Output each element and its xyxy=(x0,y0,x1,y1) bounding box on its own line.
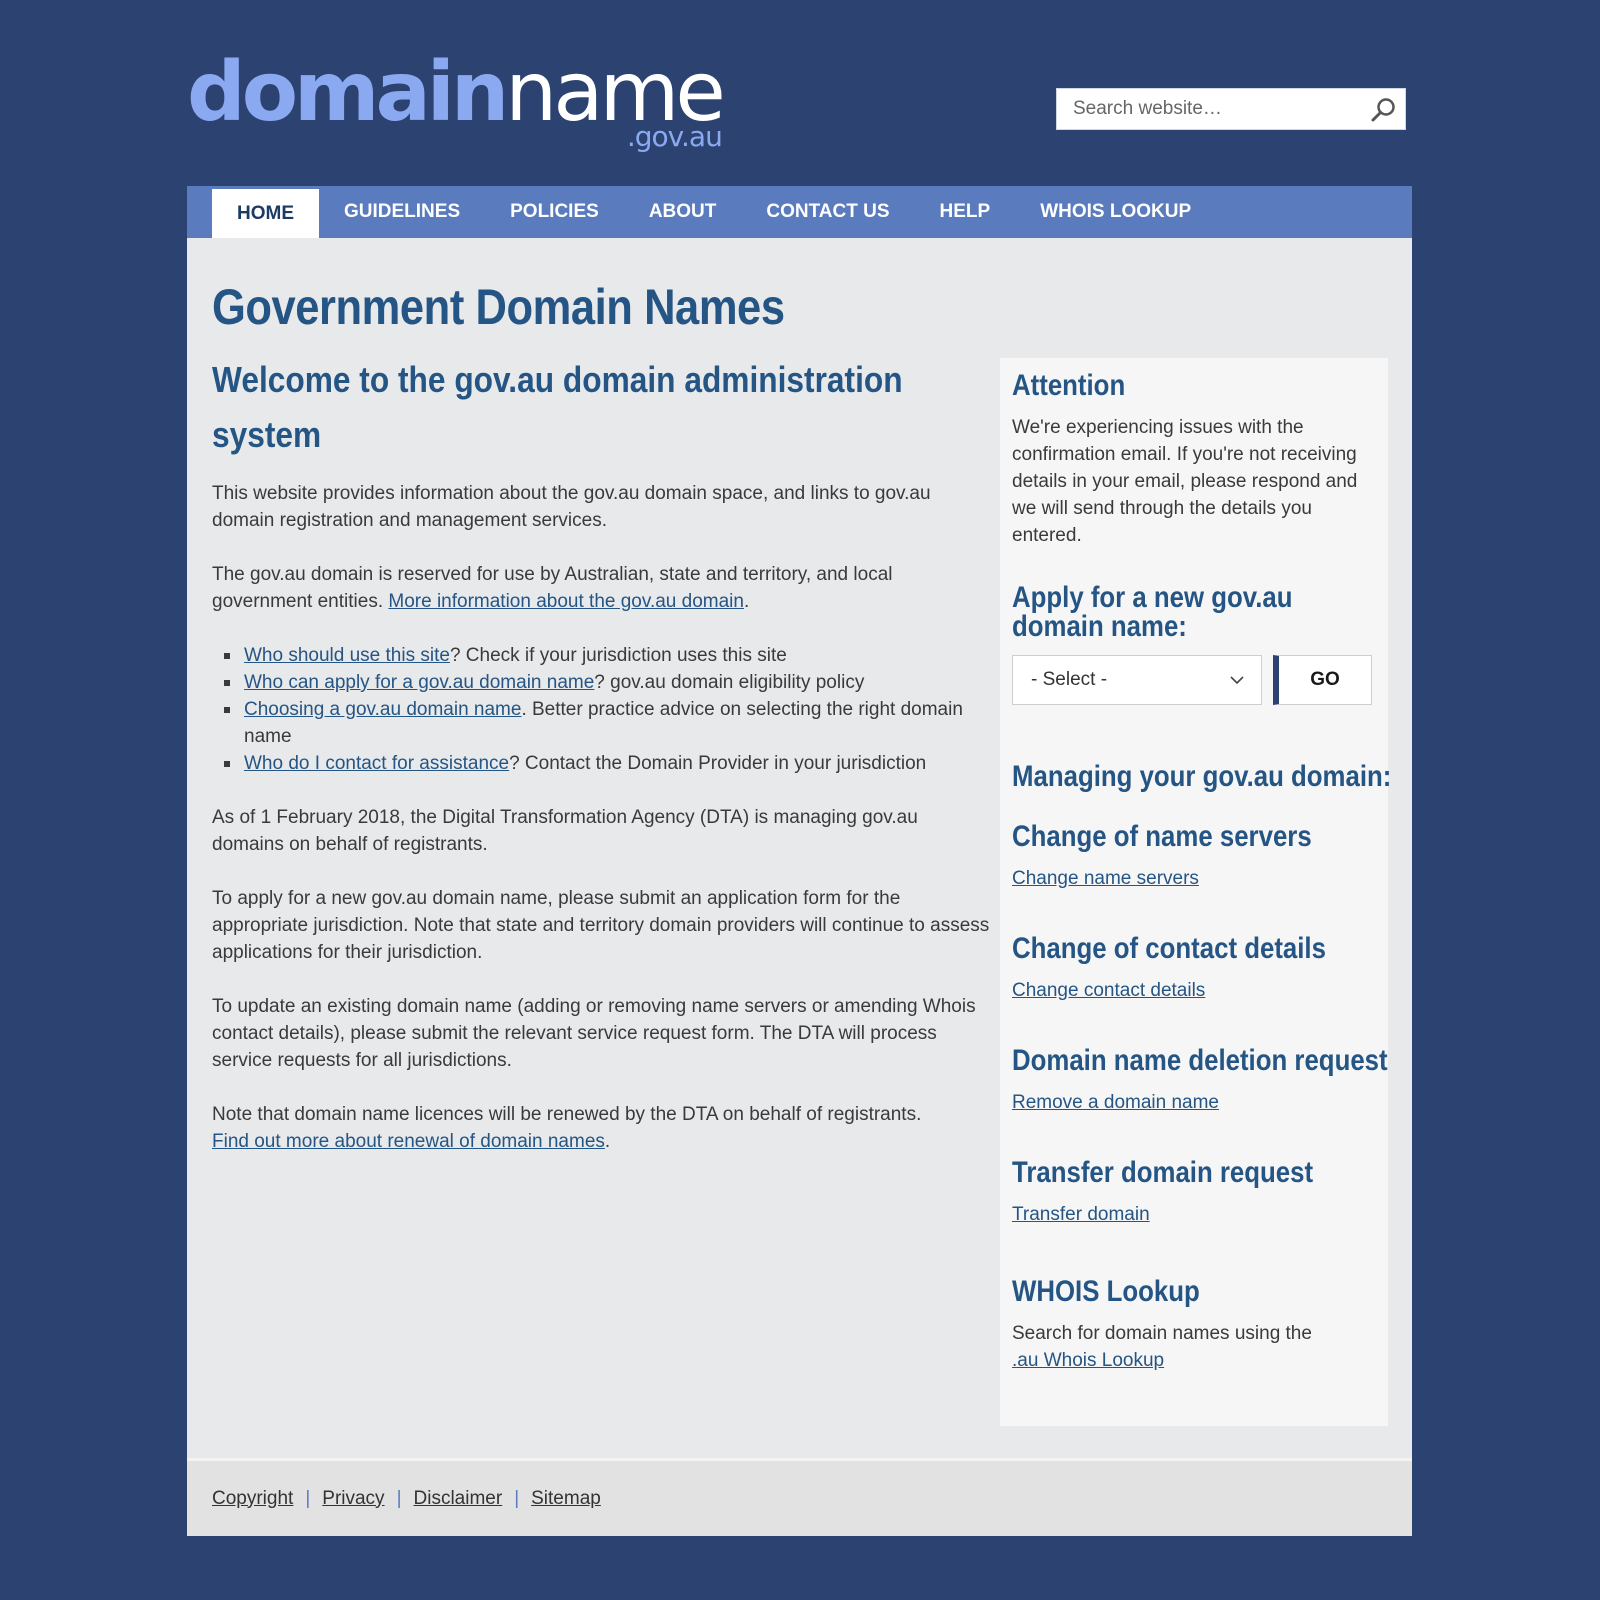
whois-lookup-link[interactable]: .au Whois Lookup xyxy=(1012,1350,1164,1371)
apply-heading: Apply for a new gov.au domain name: xyxy=(1012,581,1293,643)
search-box xyxy=(1056,88,1406,130)
footer-link-copyright[interactable]: Copyright xyxy=(212,1488,293,1510)
page-title: Government Domain Names xyxy=(212,279,785,335)
select-value: - Select - xyxy=(1031,669,1108,690)
renewal-end: . xyxy=(604,1131,611,1152)
info-list: Who should use this site? Check if your … xyxy=(212,642,992,777)
logo-gov-au-text: .gov.au xyxy=(626,120,723,153)
nav-item-policies[interactable]: POLICIES xyxy=(485,186,624,238)
who-should-use-link[interactable]: Who should use this site xyxy=(244,645,450,666)
footer-separator: | xyxy=(305,1487,311,1509)
footer-link-sitemap[interactable]: Sitemap xyxy=(531,1488,601,1510)
attention-text: We're experiencing issues with the confi… xyxy=(1012,417,1358,546)
content-area: Government Domain Names Welcome to the g… xyxy=(187,238,1412,1458)
sidebar: Attention We're experiencing issues with… xyxy=(1000,358,1392,1426)
page: domainname .gov.au HOME GUIDELINES POLIC… xyxy=(187,0,1412,1536)
update-paragraph: To update an existing domain name (addin… xyxy=(212,996,976,1071)
chevron-down-icon xyxy=(1229,672,1245,688)
list-item: Choosing a gov.au domain name. Better pr… xyxy=(224,696,992,750)
list-item-text: ? Contact the Domain Provider in your ju… xyxy=(509,753,927,774)
change-name-servers-link[interactable]: Change name servers xyxy=(1012,865,1376,892)
name-servers-section: Change of name servers Change name serve… xyxy=(1012,819,1376,892)
transfer-heading: Transfer domain request xyxy=(1012,1156,1314,1189)
whois-section: WHOIS Lookup Search for domain names usi… xyxy=(1012,1274,1376,1374)
change-contact-details-link[interactable]: Change contact details xyxy=(1012,977,1376,1004)
list-item: Who do I contact for assistance? Contact… xyxy=(224,750,992,777)
transfer-section: Transfer domain request Transfer domain xyxy=(1012,1155,1376,1228)
list-item: Who should use this site? Check if your … xyxy=(224,642,992,669)
renewal-link[interactable]: Find out more about renewal of domain na… xyxy=(212,1131,605,1152)
nav-item-guidelines[interactable]: GUIDELINES xyxy=(319,186,485,238)
main-nav: HOME GUIDELINES POLICIES ABOUT CONTACT U… xyxy=(187,186,1412,238)
apply-paragraph: To apply for a new gov.au domain name, p… xyxy=(212,888,990,963)
site-footer: Copyright | Privacy | Disclaimer | Sitem… xyxy=(187,1458,1412,1536)
footer-link-disclaimer[interactable]: Disclaimer xyxy=(414,1488,503,1510)
reserved-end: . xyxy=(743,591,750,612)
nav-item-contact-us[interactable]: CONTACT US xyxy=(741,186,914,238)
jurisdiction-select[interactable]: - Select - xyxy=(1012,655,1262,705)
contact-details-section: Change of contact details Change contact… xyxy=(1012,931,1376,1004)
remove-domain-link[interactable]: Remove a domain name xyxy=(1012,1089,1376,1116)
whois-text-label: Search for domain names using the xyxy=(1012,1323,1312,1344)
renewal-text: Note that domain name licences will be r… xyxy=(212,1104,922,1125)
go-button[interactable]: GO xyxy=(1273,655,1372,705)
search-icon[interactable] xyxy=(1369,95,1399,125)
whois-text: Search for domain names using the .au Who… xyxy=(1012,1320,1376,1374)
managing-heading: Managing your gov.au domain: xyxy=(1012,760,1392,793)
transfer-domain-link[interactable]: Transfer domain xyxy=(1012,1201,1376,1228)
footer-link-privacy[interactable]: Privacy xyxy=(322,1488,384,1510)
welcome-heading: Welcome to the gov.au domain administrat… xyxy=(212,359,903,455)
nav-item-about[interactable]: ABOUT xyxy=(624,186,742,238)
dta-paragraph: As of 1 February 2018, the Digital Trans… xyxy=(212,807,918,855)
name-servers-heading: Change of name servers xyxy=(1012,820,1312,853)
footer-separator: | xyxy=(396,1487,402,1509)
main-content: Government Domain Names Welcome to the g… xyxy=(212,278,992,1155)
intro-paragraph: This website provides information about … xyxy=(212,483,931,531)
list-item-text: ? Check if your jurisdiction uses this s… xyxy=(449,645,787,666)
site-header: domainname .gov.au xyxy=(187,0,1412,186)
nav-item-help[interactable]: HELP xyxy=(915,186,1016,238)
footer-separator: | xyxy=(514,1487,520,1509)
apply-form: - Select - GO xyxy=(1012,655,1376,705)
whois-heading: WHOIS Lookup xyxy=(1012,1275,1200,1308)
renewal-paragraph: Note that domain name licences will be r… xyxy=(212,1101,992,1155)
site-logo[interactable]: domainname .gov.au xyxy=(187,52,726,151)
list-item-text: ? gov.au domain eligibility policy xyxy=(594,672,865,693)
more-info-link[interactable]: More information about the gov.au domain xyxy=(388,591,744,612)
attention-heading: Attention xyxy=(1012,369,1126,402)
reserved-paragraph: The gov.au domain is reserved for use by… xyxy=(212,561,992,615)
search-input[interactable] xyxy=(1057,89,1389,129)
deletion-section: Domain name deletion request Remove a do… xyxy=(1012,1043,1388,1116)
contact-details-heading: Change of contact details xyxy=(1012,932,1326,965)
nav-item-whois-lookup[interactable]: WHOIS LOOKUP xyxy=(1015,186,1216,238)
choosing-domain-link[interactable]: Choosing a gov.au domain name xyxy=(244,699,521,720)
who-can-apply-link[interactable]: Who can apply for a gov.au domain name xyxy=(244,672,594,693)
list-item: Who can apply for a gov.au domain name? … xyxy=(224,669,992,696)
logo-domain-text: domain xyxy=(187,45,509,140)
deletion-heading: Domain name deletion request xyxy=(1012,1044,1388,1077)
contact-assistance-link[interactable]: Who do I contact for assistance xyxy=(244,753,509,774)
nav-item-home[interactable]: HOME xyxy=(212,186,319,238)
